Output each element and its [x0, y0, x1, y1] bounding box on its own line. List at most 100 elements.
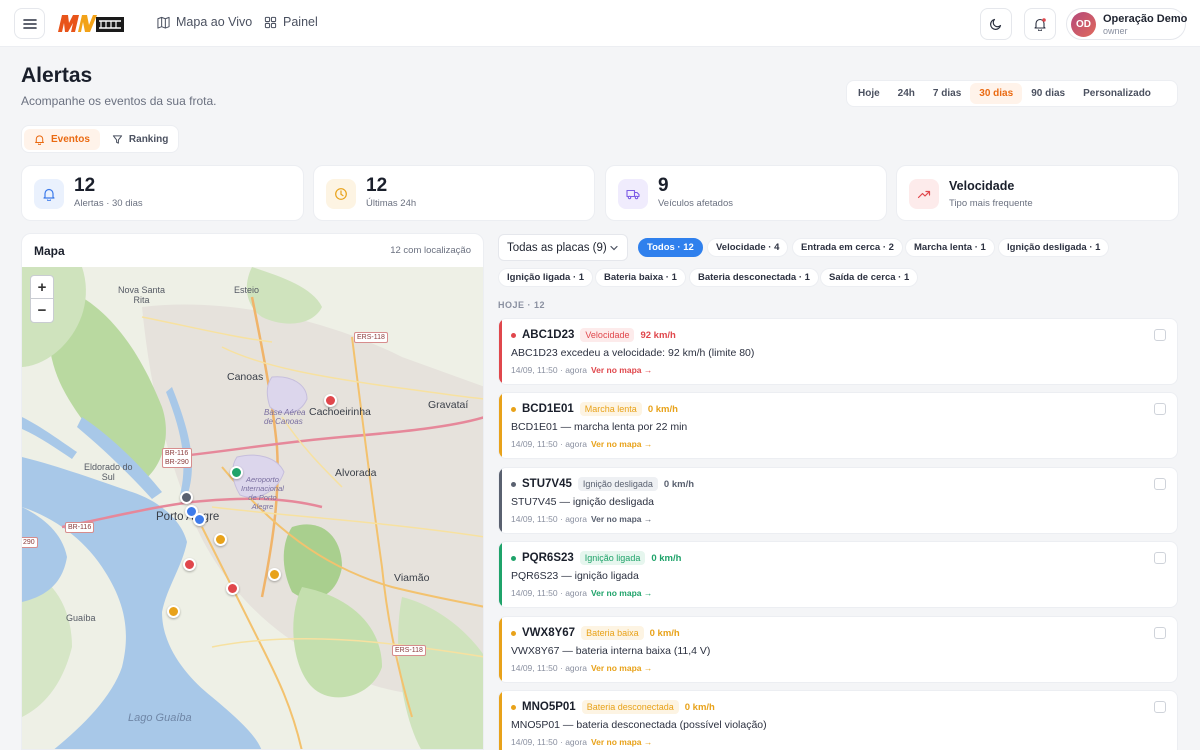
filter-chip-ignicao-ligada[interactable]: Ignição ligada · 1: [498, 268, 594, 287]
moon-icon: [990, 18, 1002, 30]
filter-chip-bateria-desconectada[interactable]: Bateria desconectada · 1: [689, 268, 819, 287]
alert-message: BCD1E01 — marcha lenta por 22 min: [511, 421, 688, 433]
zoom-control: + −: [30, 275, 54, 323]
menu-button[interactable]: [14, 8, 45, 39]
filter-chip-entrada-cerca[interactable]: Entrada em cerca · 2: [792, 238, 903, 257]
alert-header: PQR6S23 Ignição ligada 0 km/h: [511, 551, 681, 565]
user-menu[interactable]: OD Operação Demo owner: [1066, 8, 1187, 40]
map-label-nova-santa-rita: Nova Santa Rita: [118, 285, 166, 305]
road-badge-ers118: ERS-118: [354, 332, 388, 343]
tab-eventos[interactable]: Eventos: [24, 128, 100, 150]
alert-message: ABC1D23 excedeu a velocidade: 92 km/h (l…: [511, 347, 755, 359]
view-on-map-link[interactable]: Ver no mapa →: [591, 439, 652, 449]
nav-label: Mapa ao Vivo: [176, 15, 253, 29]
zoom-in-button[interactable]: +: [31, 276, 53, 299]
top-bar: Mapa ao Vivo Painel OD Operação Demo own…: [0, 0, 1200, 47]
alert-checkbox[interactable]: [1154, 403, 1166, 415]
alert-card[interactable]: MNO5P01 Bateria desconectada 0 km/h MNO5…: [498, 690, 1178, 750]
alert-plate: PQR6S23: [522, 552, 574, 564]
nav-mapa-ao-vivo[interactable]: Mapa ao Vivo: [157, 15, 252, 29]
alert-accent-bar: [499, 542, 502, 607]
view-on-map-link[interactable]: Ver no mapa →: [591, 514, 652, 524]
alert-speed: 0 km/h: [649, 627, 680, 639]
alert-timestamp: 14/09, 11:50 · agora Ver no mapa →: [511, 588, 652, 598]
map-label-base-aerea: Base Aérea de Canoas: [264, 408, 306, 426]
alert-checkbox[interactable]: [1154, 627, 1166, 639]
map-label-viamao: Viamão: [394, 572, 430, 584]
alert-status-dot: [511, 630, 516, 636]
alert-checkbox[interactable]: [1154, 329, 1166, 341]
alert-card[interactable]: PQR6S23 Ignição ligada 0 km/h PQR6S23 — …: [498, 541, 1178, 608]
notifications-button[interactable]: [1024, 8, 1056, 40]
alert-timestamp: 14/09, 11:50 · agora Ver no mapa →: [511, 663, 652, 673]
stat-card-alertas: 12 Alertas · 30 dias: [21, 165, 304, 221]
road-badge-290: 290: [22, 537, 38, 548]
range-personalizado[interactable]: Personalizado: [1074, 83, 1160, 104]
alert-speed: 0 km/h: [663, 478, 695, 490]
alert-time-text: 14/09, 11:50 · agora: [511, 737, 587, 747]
filter-chip-todos[interactable]: Todos · 12: [638, 238, 703, 257]
stat-value: 9: [658, 175, 669, 196]
map-label-lago-guaiba: Lago Guaíba: [128, 712, 192, 724]
map-marker-blue[interactable]: [193, 513, 206, 526]
map-marker-green[interactable]: [230, 466, 243, 479]
hamburger-icon: [22, 18, 37, 29]
alert-checkbox[interactable]: [1154, 552, 1166, 564]
nav-painel[interactable]: Painel: [264, 15, 318, 29]
alert-plate: ABC1D23: [522, 329, 575, 341]
brand-logo[interactable]: [56, 12, 125, 36]
grid-icon: [264, 16, 277, 28]
alert-card[interactable]: VWX8Y67 Bateria baixa 0 km/h VWX8Y67 — b…: [498, 616, 1178, 683]
map-marker-red[interactable]: [183, 558, 196, 571]
range-7-dias[interactable]: 7 dias: [924, 83, 970, 104]
alert-timestamp: 14/09, 11:50 · agora Ver no mapa →: [511, 365, 652, 375]
truck-icon: [626, 189, 640, 200]
stat-label: Veículos afetados: [658, 198, 733, 209]
view-on-map-link[interactable]: Ver no mapa →: [591, 588, 652, 598]
map-marker-red[interactable]: [324, 394, 337, 407]
map-marker-orange[interactable]: [268, 568, 281, 581]
view-on-map-link[interactable]: Ver no mapa →: [591, 737, 652, 747]
filter-chip-marcha-lenta[interactable]: Marcha lenta · 1: [905, 238, 995, 257]
alert-header: MNO5P01 Bateria desconectada 0 km/h: [511, 700, 715, 714]
map-label-cachoeirinha: Cachoeirinha: [309, 406, 371, 418]
map-label-esteio: Esteio: [234, 285, 260, 295]
map-marker-gray[interactable]: [180, 491, 193, 504]
plate-select[interactable]: Todas as placas (9): [498, 234, 628, 261]
stat-card-veiculos: 9 Veículos afetados: [605, 165, 887, 221]
filter-chip-bateria-baixa[interactable]: Bateria baixa · 1: [595, 268, 686, 287]
map-view[interactable]: + − Nova Santa Rita Esteio Canoas Cachoe…: [22, 267, 483, 749]
range-90-dias[interactable]: 90 dias: [1022, 83, 1074, 104]
map-marker-orange[interactable]: [214, 533, 227, 546]
alert-plate: VWX8Y67: [522, 627, 576, 639]
alert-speed: 0 km/h: [647, 403, 678, 415]
filter-chip-velocidade[interactable]: Velocidade · 4: [707, 238, 789, 257]
filter-chip-ignicao-desligada[interactable]: Ignição desligada · 1: [998, 238, 1110, 257]
alert-plate: BCD1E01: [522, 403, 574, 415]
stat-value: Velocidade: [949, 179, 1015, 193]
alert-time-text: 14/09, 11:50 · agora: [511, 514, 587, 524]
view-on-map-link[interactable]: Ver no mapa →: [591, 663, 652, 673]
alert-checkbox[interactable]: [1154, 478, 1166, 490]
map-label-gravatai: Gravataí: [428, 399, 469, 411]
tab-ranking[interactable]: Ranking: [102, 129, 178, 150]
alert-checkbox[interactable]: [1154, 701, 1166, 713]
map-location-count: 12 com localização: [390, 245, 471, 256]
alert-card[interactable]: BCD1E01 Marcha lenta 0 km/h BCD1E01 — ma…: [498, 392, 1178, 459]
range-24h[interactable]: 24h: [889, 83, 924, 104]
bell-icon: [43, 188, 55, 201]
view-on-map-link[interactable]: Ver no mapa →: [591, 365, 652, 375]
map-marker-red[interactable]: [226, 582, 239, 595]
alert-timestamp: 14/09, 11:50 · agora Ver no mapa →: [511, 514, 652, 524]
alert-time-text: 14/09, 11:50 · agora: [511, 663, 587, 673]
alert-card[interactable]: STU7V45 Ignição desligada 0 km/h STU7V45…: [498, 467, 1178, 534]
range-30-dias[interactable]: 30 dias: [970, 83, 1023, 104]
zoom-out-button[interactable]: −: [31, 299, 53, 322]
alert-card[interactable]: ABC1D23 Velocidade 92 km/h ABC1D23 exced…: [498, 318, 1178, 385]
alert-type-badge: Ignição ligada: [579, 551, 646, 565]
range-hoje[interactable]: Hoje: [849, 83, 889, 104]
theme-toggle-button[interactable]: [980, 8, 1012, 40]
map-marker-orange[interactable]: [167, 605, 180, 618]
filter-chip-saida-cerca[interactable]: Saída de cerca · 1: [820, 268, 919, 287]
plate-select-value: Todas as placas (9): [507, 241, 607, 254]
